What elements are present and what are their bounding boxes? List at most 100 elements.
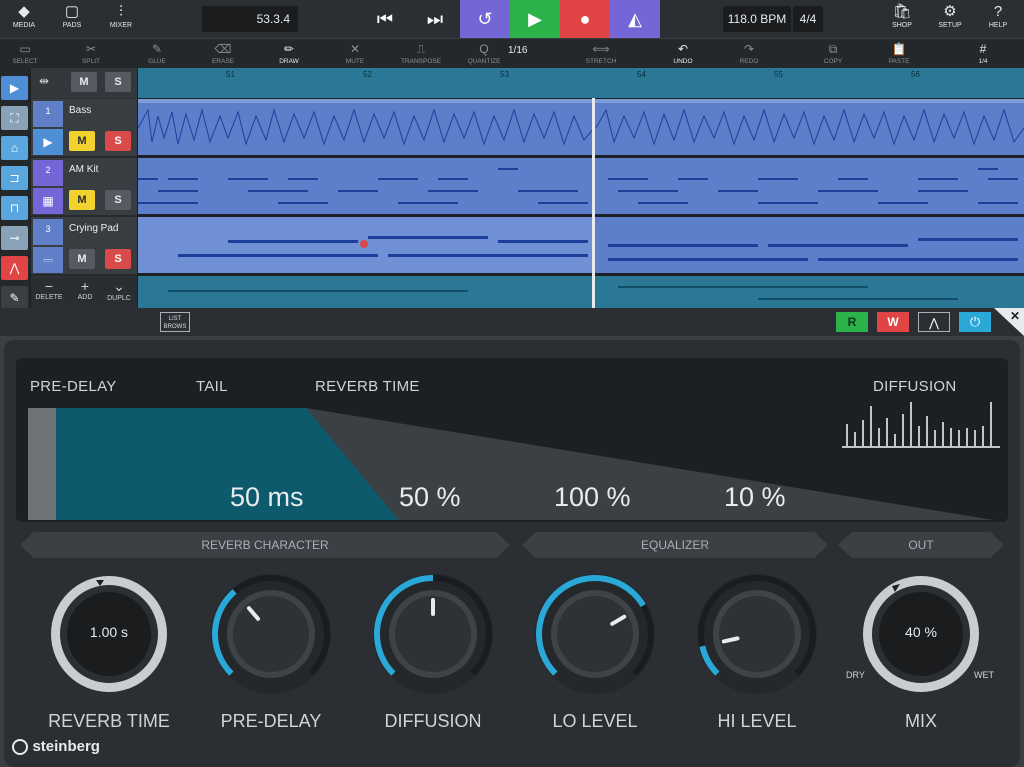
predelay-display-label: PRE-DELAY	[30, 378, 117, 395]
close-panel-button[interactable]: ✕	[994, 308, 1024, 336]
grid-button[interactable]: #1/4	[950, 39, 1016, 69]
steinberg-logo-icon	[12, 738, 28, 755]
predelay-knob[interactable]: PRE-DELAY	[206, 572, 336, 732]
setup-button[interactable]: ⚙ SETUP	[926, 0, 974, 38]
solo-button[interactable]: S	[105, 249, 131, 269]
delete-track-button[interactable]: − DELETE	[33, 278, 65, 301]
metronome-button[interactable]: ◭	[610, 0, 660, 38]
transpose-icon: ⎍	[416, 42, 426, 56]
list-browse-button[interactable]: LIST BROWS	[160, 312, 190, 332]
channel-button[interactable]: ⊓	[1, 196, 28, 220]
steinberg-logo: steinberg	[12, 738, 100, 756]
pads-button[interactable]: ▢ PADS	[48, 0, 96, 38]
drum-midi-event[interactable]	[138, 158, 1024, 214]
global-mute-button[interactable]: M	[71, 72, 97, 92]
bass-audio-event[interactable]	[138, 99, 1024, 155]
arrange-area[interactable]: 51 52 53 54 55 56	[138, 68, 1024, 308]
go-to-end-button[interactable]: ⏭	[410, 0, 460, 38]
track-header[interactable]: 3 Crying Pad ⎓ M S	[31, 217, 137, 276]
tool-undo[interactable]: ↶ UNDO	[650, 39, 716, 69]
diffusion-display-label: DIFFUSION	[873, 378, 957, 395]
knob-dial	[535, 574, 655, 694]
reverb-display[interactable]: PRE-DELAY TAIL REVERB TIME DIFFUSION 50 …	[16, 358, 1008, 522]
solo-button[interactable]: S	[105, 190, 131, 210]
read-automation-button[interactable]: R	[836, 312, 868, 332]
solo-button[interactable]: S	[105, 131, 131, 151]
send-button[interactable]: ⊸	[1, 226, 28, 250]
delete-label: DELETE	[35, 294, 63, 301]
add-track-button[interactable]: + ADD	[69, 278, 101, 301]
track-headers: ⇹ M S 1 Bass ▶ M S 2 AM Kit ▦ M S 3 Cryi…	[31, 68, 137, 308]
tool-glue[interactable]: ✎ GLUE	[124, 39, 190, 69]
tool-redo[interactable]: ↷ REDO	[716, 39, 782, 69]
tool-split[interactable]: ✂ SPLIT	[58, 39, 124, 69]
track-name[interactable]: Bass	[69, 105, 91, 116]
write-automation-button[interactable]: W	[877, 312, 909, 332]
record-button[interactable]: ●	[560, 0, 610, 38]
loop-button[interactable]: ↺	[460, 0, 510, 38]
automation-mode-button[interactable]: ⋀	[918, 312, 950, 332]
insert-button[interactable]: ⊐	[1, 166, 28, 190]
tool-copy[interactable]: ⧉ COPY	[800, 39, 866, 69]
notes-button[interactable]: ⌂	[1, 136, 28, 160]
duplicate-label: DUPLC	[107, 295, 131, 302]
playhead[interactable]	[592, 98, 595, 308]
automation-icon: ⋀	[9, 261, 20, 275]
global-solo-button[interactable]: S	[105, 72, 131, 92]
diffusion-knob[interactable]: DIFFUSION	[368, 572, 498, 732]
tool-erase[interactable]: ⌫ ERASE	[190, 39, 256, 69]
media-button[interactable]: ◆ MEDIA	[0, 0, 48, 38]
skip-forward-icon: ⏭	[426, 9, 444, 29]
tempo-display[interactable]: 118.0 BPM	[723, 6, 791, 32]
mute-button[interactable]: M	[69, 249, 95, 269]
mix-knob[interactable]: 40 % DRY WET MIX	[846, 572, 994, 732]
mixer-button[interactable]: ⫶ MIXER	[97, 0, 145, 38]
track-header[interactable]: 2 AM Kit ▦ M S	[31, 158, 137, 217]
power-button[interactable]: ⏻	[959, 312, 991, 332]
signature-display[interactable]: 4/4	[793, 6, 823, 32]
go-to-start-button[interactable]: ⏮	[360, 0, 410, 38]
decay-graph	[28, 402, 1006, 522]
tool-select[interactable]: ▭ SELECT	[0, 39, 58, 69]
position-display[interactable]: 53.3.4	[202, 6, 298, 32]
lo-level-knob[interactable]: LO LEVEL	[530, 572, 660, 732]
ruler-bar: 53	[500, 70, 509, 79]
edit-button[interactable]: ✎	[1, 286, 28, 310]
routing-button[interactable]: ⛶	[1, 106, 28, 130]
media-icon: ◆	[18, 3, 30, 20]
fold-icon[interactable]: ⇹	[39, 74, 49, 88]
quantize-value[interactable]: 1/16	[508, 45, 527, 56]
duplicate-track-button[interactable]: ⌄ DUPLC	[103, 278, 135, 302]
predelay-value: 50 ms	[230, 482, 304, 512]
inspector-button[interactable]: ▶	[1, 76, 28, 100]
automation-button[interactable]: ⋀	[1, 256, 28, 280]
minus-icon: −	[44, 278, 54, 294]
erase-icon: ⌫	[214, 42, 232, 56]
hi-level-knob-label: HI LEVEL	[717, 711, 797, 731]
tool-mute[interactable]: ✕ MUTE	[322, 39, 388, 69]
track-header[interactable]: 1 Bass ▶ M S	[31, 99, 137, 158]
lo-level-knob-label: LO LEVEL	[552, 711, 638, 731]
track-lanes	[138, 98, 1024, 308]
help-button[interactable]: ? HELP	[974, 0, 1022, 38]
shop-button[interactable]: 🛍 SHOP	[878, 0, 926, 38]
timeline-ruler[interactable]: 51 52 53 54 55 56	[138, 68, 1024, 98]
plugin-body: PRE-DELAY TAIL REVERB TIME DIFFUSION 50 …	[4, 340, 1020, 767]
reverb-character-section: REVERB CHARACTER	[20, 532, 510, 558]
track-name[interactable]: Crying Pad	[69, 223, 118, 234]
header-row: ⇹ M S	[31, 68, 137, 98]
reverb-time-knob[interactable]: 1.00 s REVERB TIME	[44, 572, 174, 732]
tool-label: SPLIT	[81, 58, 101, 65]
track-name[interactable]: AM Kit	[69, 164, 98, 175]
knob-dial	[211, 574, 331, 694]
tool-paste[interactable]: 📋 PASTE	[866, 39, 932, 69]
play-button[interactable]: ▶	[510, 0, 560, 38]
tool-stretch[interactable]: ⟺ STRETCH	[568, 39, 634, 69]
mute-button[interactable]: M	[69, 190, 95, 210]
hi-level-knob[interactable]: HI LEVEL	[692, 572, 822, 732]
routing-icon: ⛶	[10, 111, 19, 125]
mute-button[interactable]: M	[69, 131, 95, 151]
tool-label: STRETCH	[585, 58, 617, 65]
tool-draw[interactable]: ✏ DRAW	[256, 39, 322, 69]
tool-transpose[interactable]: ⎍ TRANSPOSE	[388, 39, 454, 69]
